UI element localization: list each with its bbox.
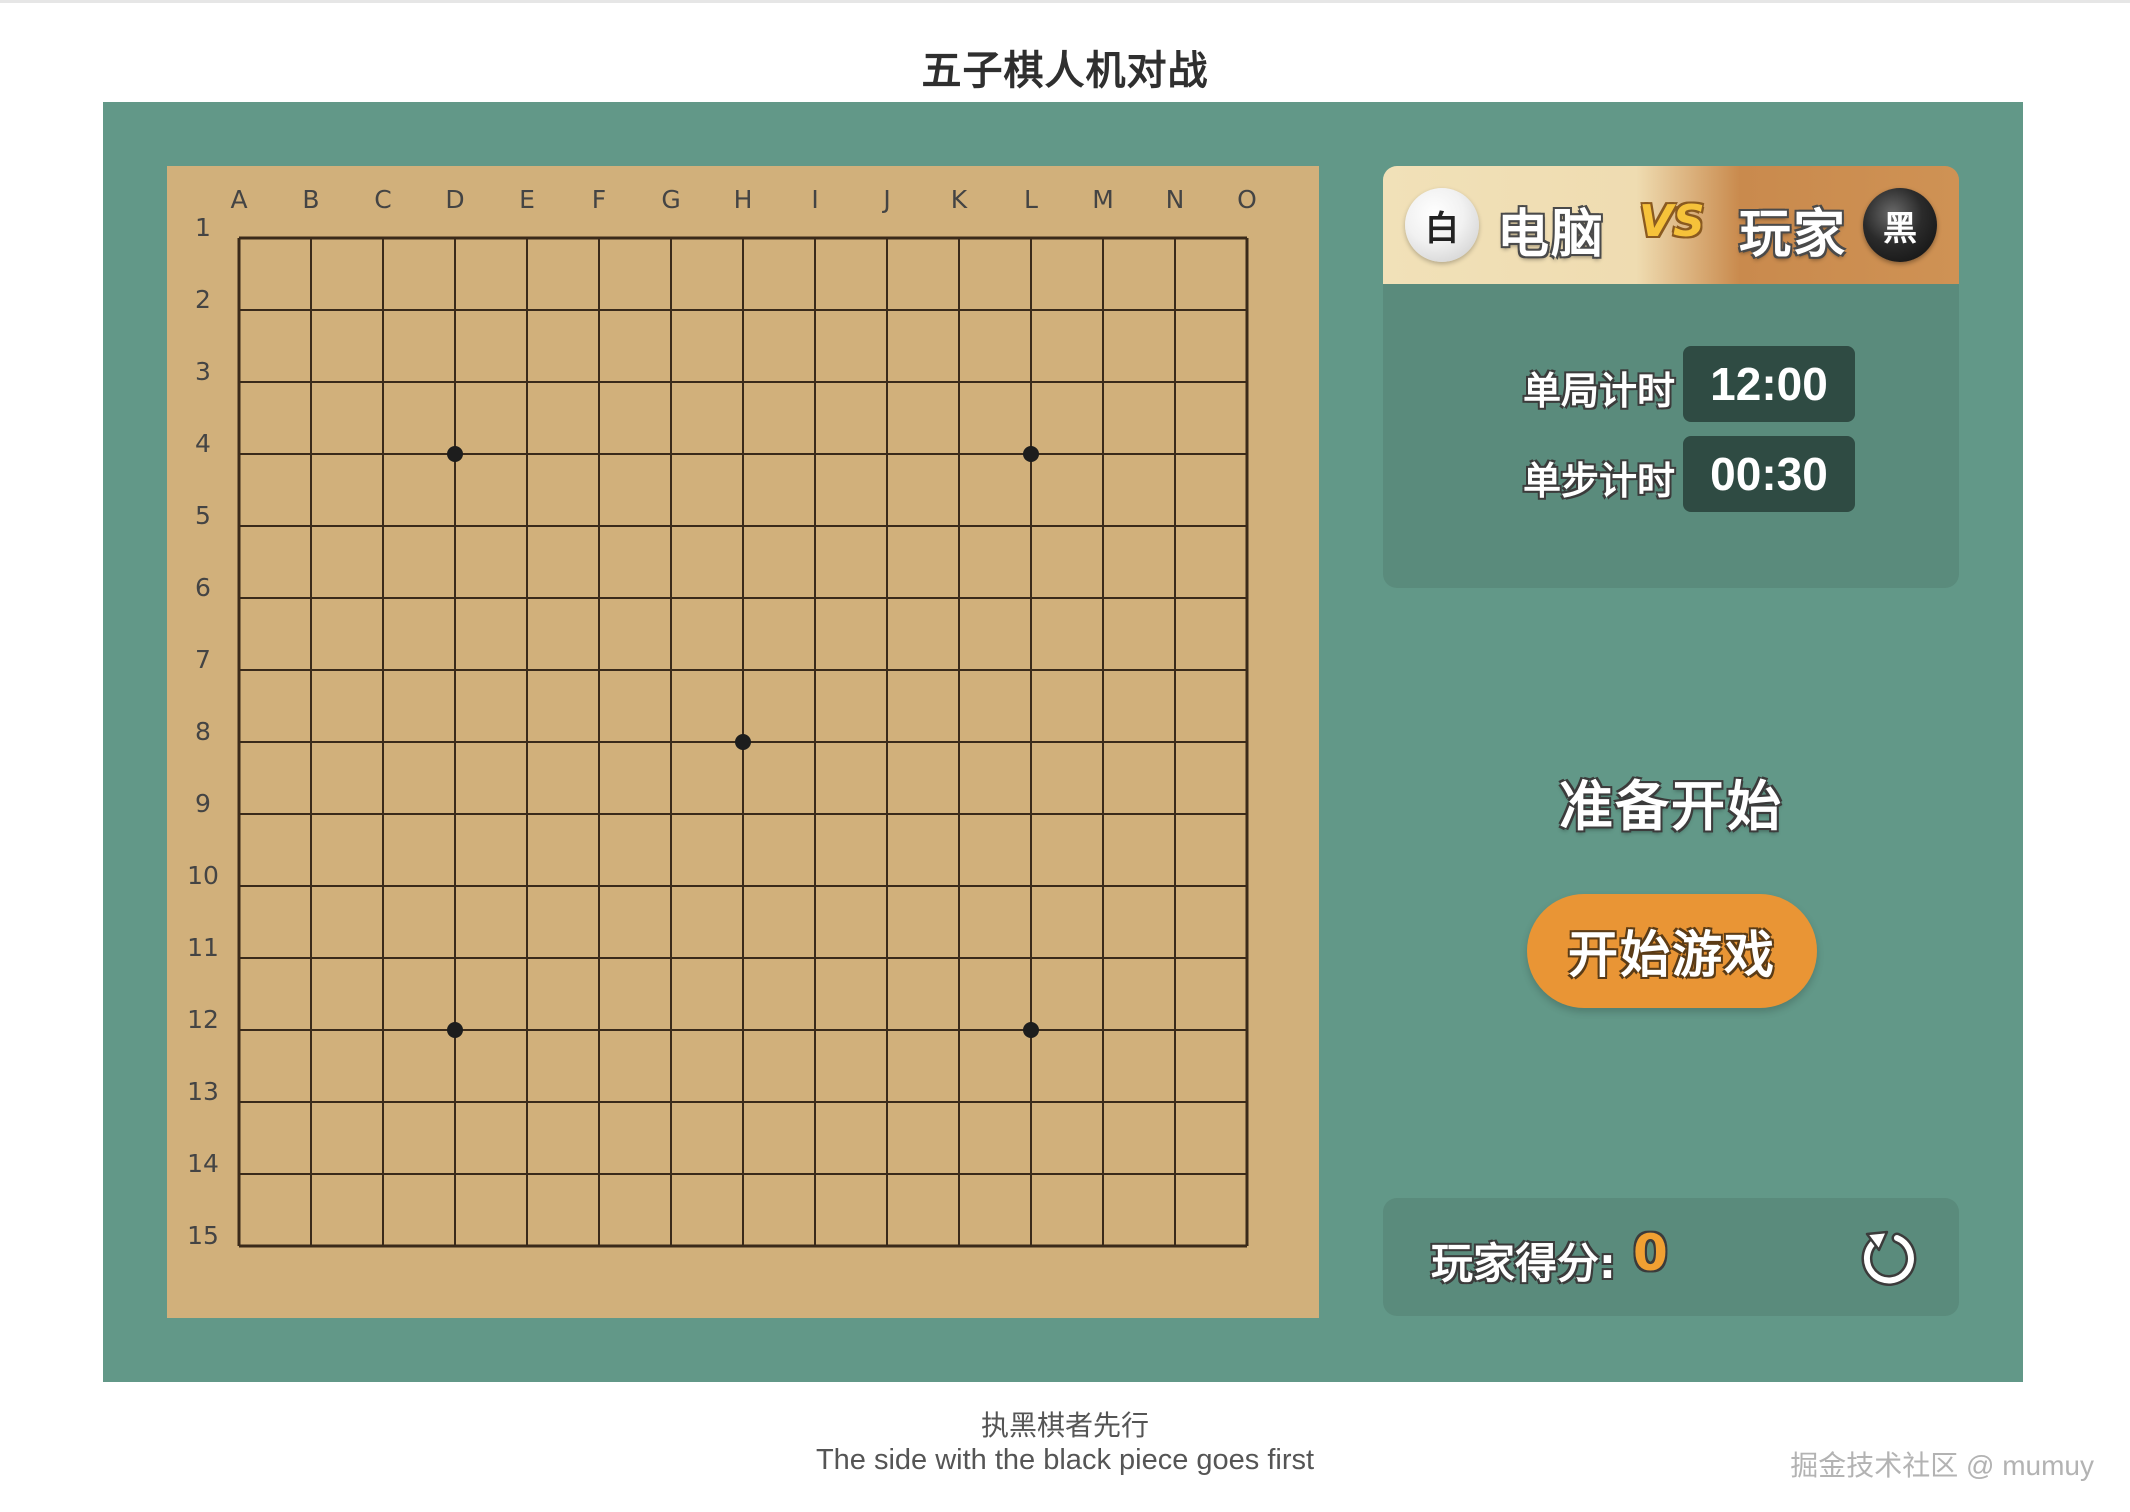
column-label-o: O <box>1237 185 1257 214</box>
star-point <box>1023 446 1039 462</box>
game-timer-row: 单局计时 12:00 <box>1495 346 1895 422</box>
column-label-a: A <box>230 185 247 214</box>
move-timer-value: 00:30 <box>1683 436 1855 512</box>
star-point <box>735 734 751 750</box>
caption-chinese: 执黑棋者先行 <box>980 1409 1149 1442</box>
white-stone-badge: 白 <box>1405 188 1479 262</box>
row-label-10: 10 <box>187 861 219 890</box>
row-label-4: 4 <box>195 429 211 458</box>
computer-name: 电脑 <box>1497 205 1606 265</box>
row-label-2: 2 <box>195 285 211 314</box>
gomoku-board[interactable]: A B C D E F G H I J K L M N O 1 2 3 4 5 6 7 8 9 10 11 12 13 14 15 <box>167 166 1319 1318</box>
column-label-l: L <box>1024 185 1038 214</box>
row-label-15: 15 <box>187 1221 219 1250</box>
page-title: 五子棋人机对战 <box>921 48 1209 94</box>
board-grid[interactable]: A B C D E F G H I J K L M N O123456789101112131415 <box>167 166 1319 1318</box>
move-timer-label: 单步计时 <box>1522 459 1675 503</box>
black-stone-label: 黑 <box>1883 208 1917 249</box>
start-game-label: 开始游戏 <box>1568 927 1776 983</box>
watermark: 掘金技术社区 @ mumuy <box>1790 1450 2094 1481</box>
row-label-11: 11 <box>187 933 219 962</box>
game-timer-label: 单局计时 <box>1522 369 1675 413</box>
white-stone-label: 白 <box>1425 208 1459 249</box>
row-label-13: 13 <box>187 1077 219 1106</box>
row-label-12: 12 <box>187 1005 219 1034</box>
row-label-1: 1 <box>195 213 211 242</box>
row-label-8: 8 <box>195 717 211 746</box>
column-label-i: I <box>811 185 818 214</box>
column-label-j: J <box>881 185 890 214</box>
top-rule <box>0 0 2130 3</box>
versus-header: 白 电脑 VS 玩家 黑 <box>1383 166 1959 284</box>
column-label-b: B <box>302 185 319 214</box>
score-value: 0 <box>1633 1224 1668 1282</box>
row-label-3: 3 <box>195 357 211 386</box>
start-game-button[interactable]: 开始游戏 <box>1527 894 1817 1008</box>
vs-label: VS <box>1639 196 1705 247</box>
column-label-h: H <box>734 185 753 214</box>
row-label-14: 14 <box>187 1149 219 1178</box>
column-label-g: G <box>661 185 680 214</box>
game-stage: A B C D E F G H I J K L M N O 1 2 3 4 5 6 7 8 9 10 11 12 13 14 15 白 电… <box>103 102 2023 1382</box>
star-point <box>1023 1022 1039 1038</box>
game-status: 准备开始 <box>1559 775 1783 838</box>
column-label-m: M <box>1092 185 1114 214</box>
black-stone-badge: 黑 <box>1863 188 1937 262</box>
column-label-k: K <box>951 185 968 214</box>
refresh-icon[interactable] <box>1857 1226 1921 1290</box>
player-name: 玩家 <box>1739 205 1848 265</box>
column-label-d: D <box>445 185 464 214</box>
row-label-6: 6 <box>195 573 211 602</box>
row-label-9: 9 <box>195 789 211 818</box>
timer-panel: 单局计时 12:00 单步计时 00:30 <box>1383 284 1959 588</box>
column-label-c: C <box>374 185 391 214</box>
move-timer-row: 单步计时 00:30 <box>1495 436 1895 512</box>
star-point <box>447 446 463 462</box>
column-label-e: E <box>519 185 535 214</box>
game-timer-value: 12:00 <box>1683 346 1855 422</box>
column-label-f: F <box>592 185 606 214</box>
row-label-7: 7 <box>195 645 211 674</box>
score-panel: 玩家得分: 0 <box>1383 1198 1959 1316</box>
star-point <box>447 1022 463 1038</box>
row-label-5: 5 <box>195 501 211 530</box>
column-label-n: N <box>1166 185 1185 214</box>
score-label: 玩家得分: <box>1431 1239 1616 1288</box>
